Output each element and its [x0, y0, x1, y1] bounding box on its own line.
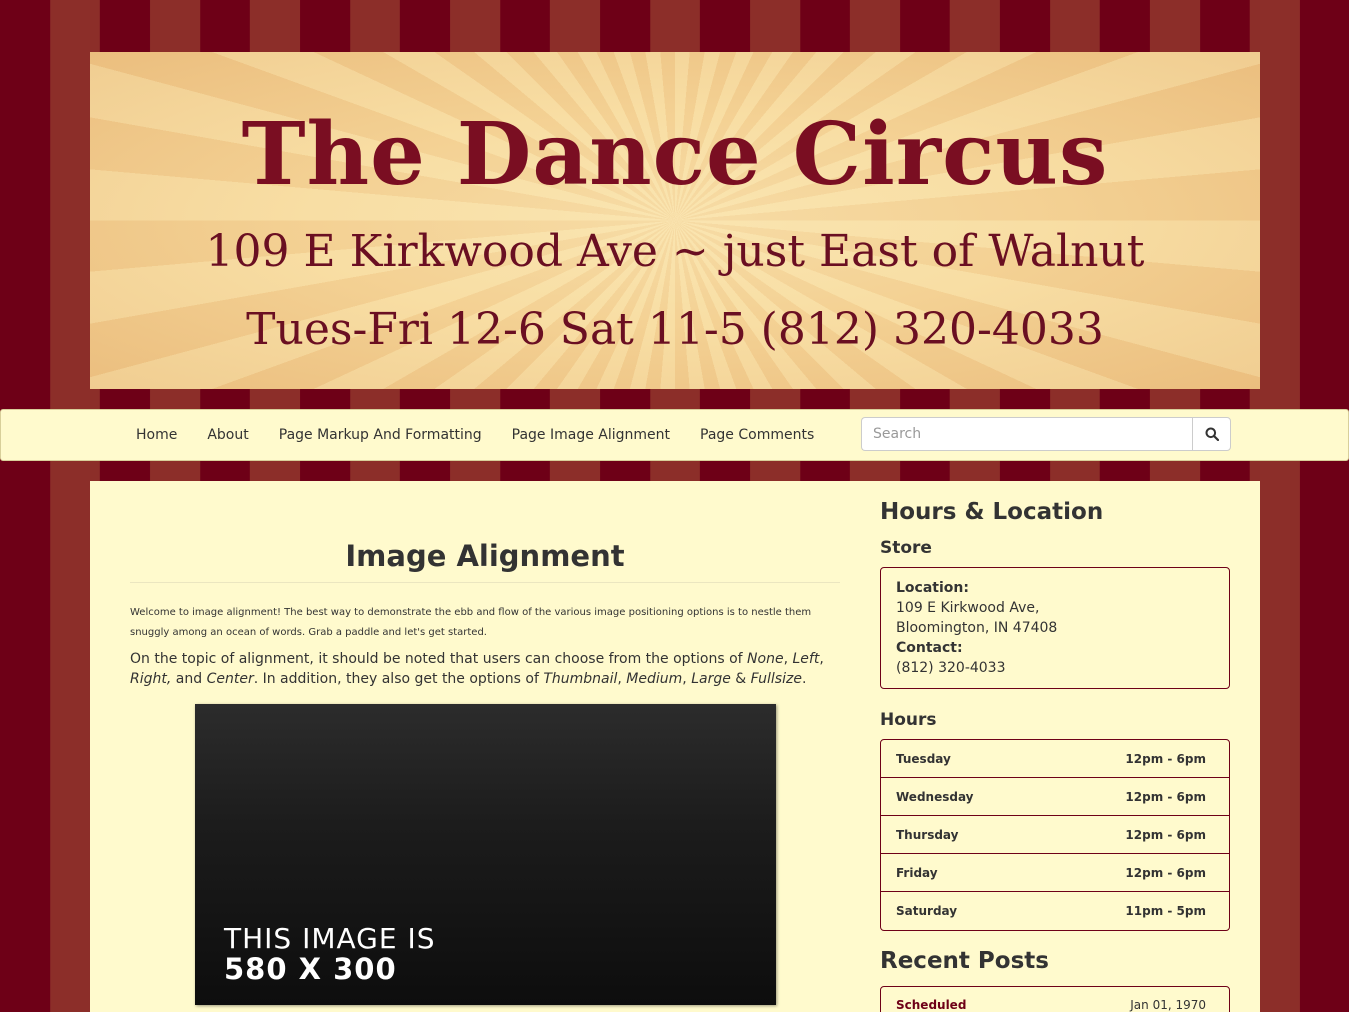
nav-menu: Home About Page Markup And Formatting Pa…	[121, 410, 829, 460]
hours-time: 12pm - 6pm	[1125, 865, 1206, 880]
hours-heading: Hours	[880, 710, 937, 730]
nav-item-home[interactable]: Home	[121, 427, 192, 443]
location-label: Location:	[896, 580, 969, 596]
search-icon	[1205, 427, 1219, 441]
para-sep: ,	[617, 671, 627, 687]
nav-item-about[interactable]: About	[192, 427, 263, 443]
page-title: Image Alignment	[130, 539, 840, 583]
banner-address: 109 E Kirkwood Ave ~ just East of Walnut	[205, 226, 1145, 277]
recent-post-date: Jan 01, 1970	[1130, 998, 1206, 1012]
hours-day: Wednesday	[896, 789, 974, 804]
option-right: Right,	[130, 671, 172, 687]
store-info-box: Location: 109 E Kirkwood Ave, Bloomingto…	[880, 567, 1230, 689]
nav-item-page-comments[interactable]: Page Comments	[685, 427, 829, 443]
para-sep: ,	[819, 651, 824, 667]
hours-time: 12pm - 6pm	[1125, 751, 1206, 766]
option-medium: Medium	[626, 671, 683, 687]
hours-day: Tuesday	[896, 751, 951, 766]
hours-time: 11pm - 5pm	[1125, 904, 1206, 918]
search-input[interactable]	[861, 417, 1192, 451]
para-text: On the topic of alignment, it should be …	[130, 651, 748, 667]
para-text: and	[171, 671, 207, 687]
placeholder-image[interactable]: THIS IMAGE IS 580 X 300	[195, 704, 776, 1005]
alignment-paragraph: On the topic of alignment, it should be …	[130, 649, 840, 689]
hours-time: 12pm - 6pm	[1125, 827, 1206, 842]
hours-day: Saturday	[896, 904, 958, 918]
image-caption-line-2: 580 X 300	[224, 952, 397, 986]
para-sep: ,	[682, 671, 692, 687]
para-text: . In addition, they also get the options…	[253, 671, 544, 687]
search-button[interactable]	[1192, 417, 1231, 451]
hours-row: Thursday 12pm - 6pm	[881, 816, 1229, 854]
address-line-1: 109 E Kirkwood Ave,	[896, 600, 1040, 616]
hours-location-heading: Hours & Location	[880, 499, 1104, 525]
hours-time: 12pm - 6pm	[1125, 789, 1206, 804]
para-text: .	[801, 671, 807, 687]
search-form	[861, 417, 1231, 451]
para-text: &	[730, 671, 751, 687]
option-left: Left	[792, 651, 820, 667]
option-thumbnail: Thumbnail	[543, 671, 618, 687]
hours-day: Friday	[896, 865, 938, 880]
hours-row: Saturday 11pm - 5pm	[881, 892, 1229, 930]
navbar: Home About Page Markup And Formatting Pa…	[0, 409, 1349, 461]
banner-title: The Dance Circus	[241, 104, 1109, 205]
option-none: None	[747, 651, 784, 667]
content-panel: Image Alignment Welcome to image alignme…	[90, 481, 1260, 1012]
hours-row: Tuesday 12pm - 6pm	[881, 740, 1229, 778]
image-caption-line-1: THIS IMAGE IS	[224, 922, 436, 955]
intro-paragraph: Welcome to image alignment! The best way…	[130, 607, 812, 638]
site-banner[interactable]: The Dance Circus 109 E Kirkwood Ave ~ ju…	[90, 52, 1260, 389]
contact-label: Contact:	[896, 640, 963, 656]
store-heading: Store	[880, 538, 932, 558]
hours-row: Wednesday 12pm - 6pm	[881, 778, 1229, 816]
banner-hours: Tues-Fri 12-6 Sat 11-5 (812) 320-4033	[246, 304, 1104, 355]
recent-post-title[interactable]: Scheduled	[896, 998, 966, 1012]
recent-post-item[interactable]: Scheduled Jan 01, 1970	[880, 986, 1230, 1012]
option-fullsize: Fullsize	[750, 671, 802, 687]
main-content: Image Alignment Welcome to image alignme…	[130, 481, 840, 1005]
hours-day: Thursday	[896, 827, 959, 842]
nav-item-page-markup[interactable]: Page Markup And Formatting	[264, 427, 497, 443]
hours-row: Friday 12pm - 6pm	[881, 854, 1229, 892]
option-center: Center	[206, 671, 254, 687]
address-line-2: Bloomington, IN 47408	[896, 620, 1058, 636]
nav-item-page-image-alignment[interactable]: Page Image Alignment	[497, 427, 685, 443]
option-large: Large	[691, 671, 731, 687]
recent-posts-heading: Recent Posts	[880, 948, 1049, 974]
phone-number: (812) 320-4033	[896, 660, 1006, 676]
hours-list: Tuesday 12pm - 6pm Wednesday 12pm - 6pm …	[880, 739, 1230, 931]
